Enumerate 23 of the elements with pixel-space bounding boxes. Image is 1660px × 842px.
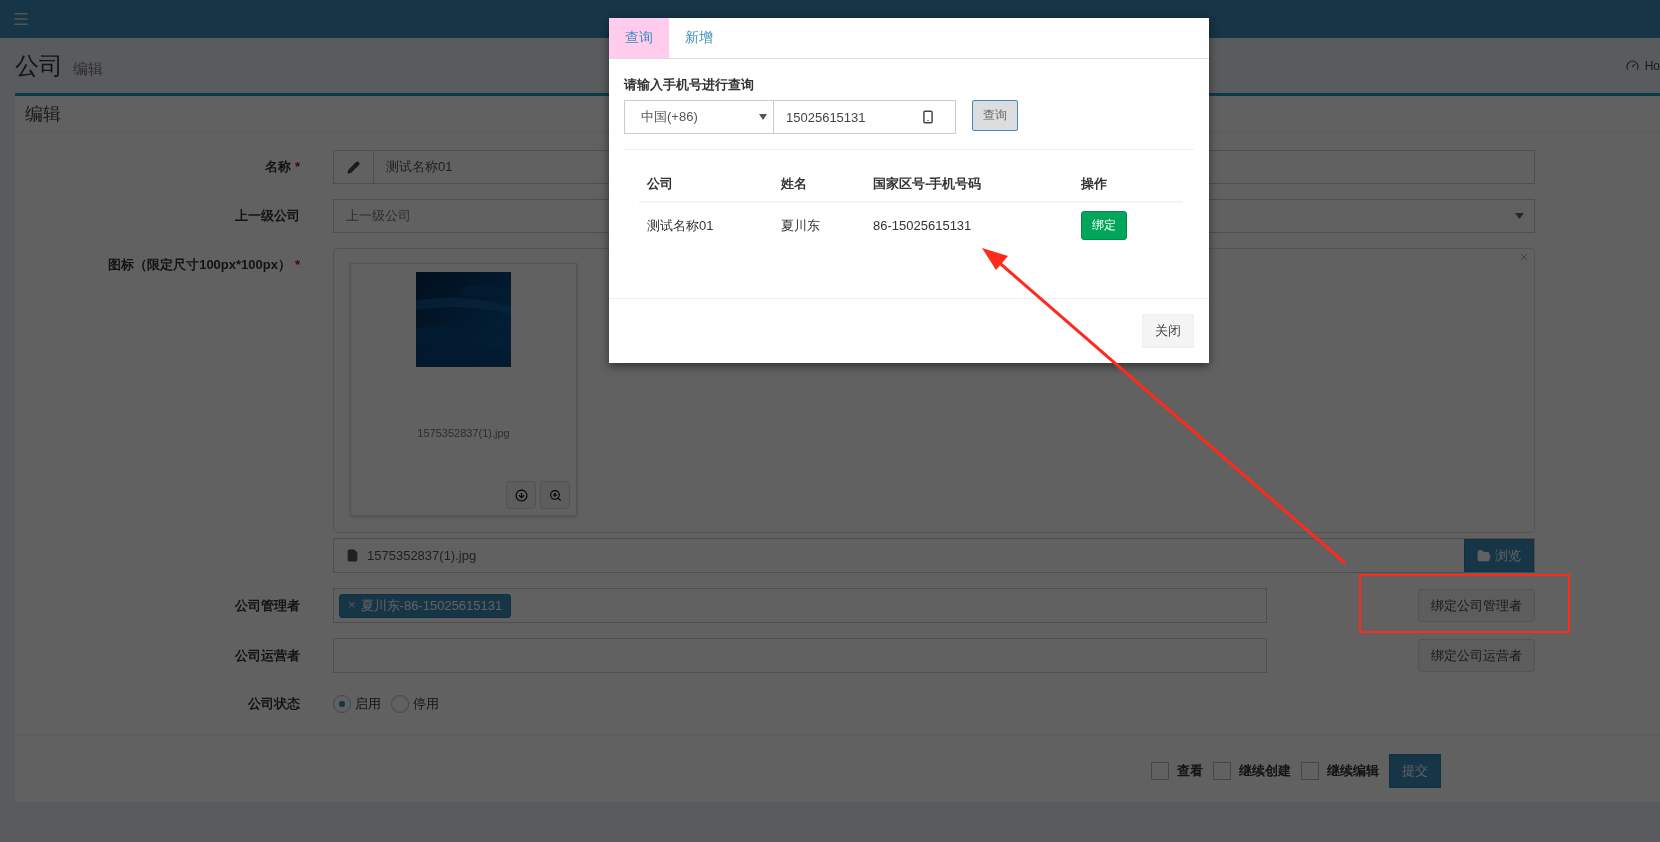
checkbox-label: 查看 [1177,762,1203,780]
column-header: 公司 [639,166,773,202]
field-label: 上一级公司 [234,207,300,225]
field-label: 公司状态 [247,695,300,713]
checkbox-label: 继续创建 [1239,762,1291,780]
column-header: 操作 [1073,166,1182,202]
page-title: 公司 [15,50,63,81]
table-cell: 测试名称01 [639,202,773,248]
field-label: 公司管理者 [234,596,300,615]
table-cell: 86-15025615131 [865,202,1073,248]
radio-label: 启用 [355,695,381,713]
search-prompt: 请输入手机号进行查询 [624,76,755,94]
field-label: 名称 * [263,158,300,176]
field-label: 图标（限定尺寸100px*100px） * [107,256,300,274]
column-header: 姓名 [773,166,865,202]
panel-title: 编辑 [25,102,61,126]
table-cell: 夏川东 [773,202,865,248]
file-caption: 1575352837(1).jpg [367,548,477,563]
radio-label: 停用 [413,695,439,713]
field-label: 公司运营者 [234,646,300,665]
checkbox-label: 继续编辑 [1327,762,1379,780]
manager-tag: × 夏川东-86-15025615131 [339,593,512,618]
column-header: 国家区号-手机号码 [865,166,1073,202]
